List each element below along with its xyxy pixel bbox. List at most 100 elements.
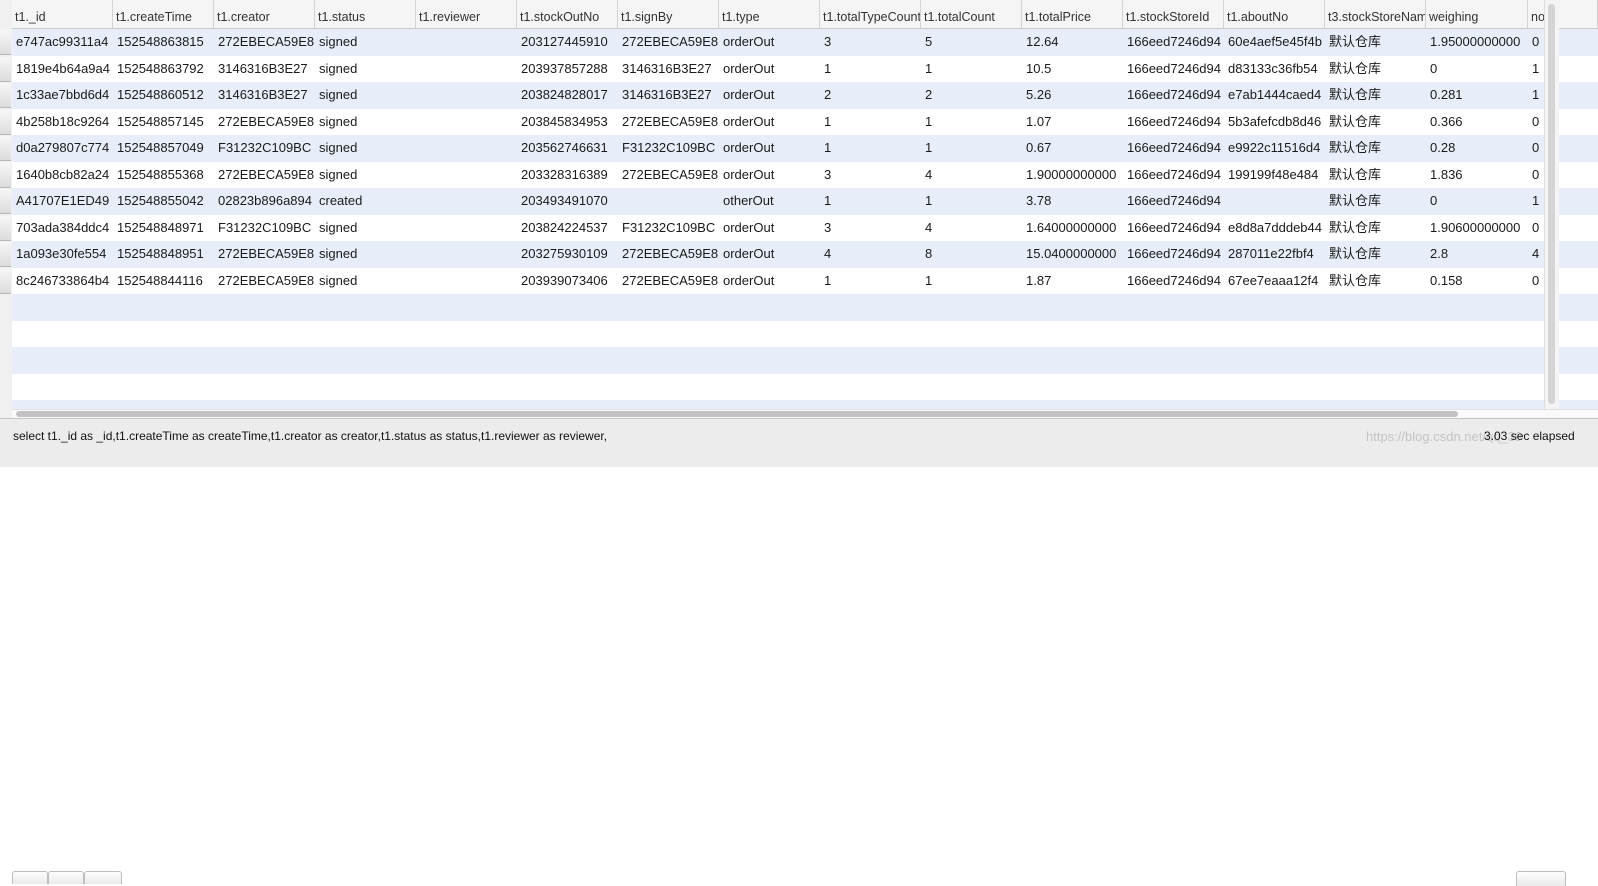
table-cell[interactable]: 10.5: [1022, 56, 1123, 83]
table-cell[interactable]: 166eed7246d94: [1123, 215, 1224, 242]
table-cell[interactable]: 5: [921, 29, 1022, 56]
table-row[interactable]: 1a093e30fe554 152548848951 272EBECA59E8 sig…: [12, 241, 1598, 268]
table-cell[interactable]: 272EBECA59E8: [618, 241, 719, 268]
table-cell[interactable]: 1: [1528, 56, 1598, 83]
table-cell[interactable]: 1.90600000000: [1426, 215, 1528, 242]
table-row[interactable]: 8c246733864b4 152548844116 272EBECA59E8 sig…: [12, 267, 1598, 295]
table-cell[interactable]: 默认仓库: [1325, 135, 1426, 162]
table-cell[interactable]: 4b258b18c9264: [12, 109, 113, 136]
table-cell[interactable]: 1: [820, 135, 921, 162]
table-row[interactable]: 1c33ae7bbd6d4 152548860512 3146316B3E27 sig…: [12, 82, 1598, 109]
table-cell[interactable]: 02823b896a894: [214, 188, 315, 215]
table-cell[interactable]: orderOut: [719, 135, 820, 162]
table-cell[interactable]: [416, 56, 517, 83]
table-cell[interactable]: F31232C109BC: [618, 215, 719, 242]
table-cell[interactable]: signed: [315, 215, 416, 242]
table-cell[interactable]: created: [315, 188, 416, 215]
table-cell[interactable]: orderOut: [719, 56, 820, 83]
table-cell[interactable]: 166eed7246d94: [1123, 135, 1224, 162]
table-cell[interactable]: 4: [820, 241, 921, 268]
table-cell[interactable]: 3146316B3E27: [214, 82, 315, 109]
column-header[interactable]: t1.status: [315, 0, 416, 28]
table-cell[interactable]: 1c33ae7bbd6d4: [12, 82, 113, 109]
table-cell[interactable]: 1819e4b64a9a4: [12, 56, 113, 83]
table-cell[interactable]: 1: [921, 56, 1022, 83]
table-cell[interactable]: 203562746631: [517, 135, 618, 162]
table-cell[interactable]: 152548863792: [113, 56, 214, 83]
table-cell[interactable]: 1: [921, 188, 1022, 215]
table-cell[interactable]: 0.158: [1426, 268, 1528, 295]
column-header[interactable]: no: [1528, 0, 1598, 28]
table-cell[interactable]: 166eed7246d94: [1123, 162, 1224, 189]
table-cell[interactable]: 703ada384ddc4: [12, 215, 113, 242]
table-cell[interactable]: 1: [820, 56, 921, 83]
table-cell[interactable]: 3.78: [1022, 188, 1123, 215]
table-cell[interactable]: d0a279807c774: [12, 135, 113, 162]
table-cell[interactable]: 272EBECA59E8: [618, 109, 719, 136]
table-cell[interactable]: 203824828017: [517, 82, 618, 109]
table-cell[interactable]: orderOut: [719, 162, 820, 189]
table-cell[interactable]: 199199f48e484: [1224, 162, 1325, 189]
table-cell[interactable]: 152548848951: [113, 241, 214, 268]
column-header[interactable]: t1.signBy: [618, 0, 719, 28]
table-cell[interactable]: 1: [1528, 188, 1598, 215]
table-cell[interactable]: 默认仓库: [1325, 82, 1426, 109]
horizontal-scrollbar[interactable]: [12, 409, 1598, 418]
table-cell[interactable]: 0.67: [1022, 135, 1123, 162]
table-cell[interactable]: 166eed7246d94: [1123, 241, 1224, 268]
row-handle[interactable]: [0, 189, 11, 214]
table-cell[interactable]: 1.07: [1022, 109, 1123, 136]
table-cell[interactable]: 8c246733864b4: [12, 268, 113, 295]
table-cell[interactable]: F31232C109BC: [214, 135, 315, 162]
table-cell[interactable]: otherOut: [719, 188, 820, 215]
table-cell[interactable]: e8d8a7dddeb44: [1224, 215, 1325, 242]
table-cell[interactable]: 203939073406: [517, 268, 618, 295]
table-cell[interactable]: 1.64000000000: [1022, 215, 1123, 242]
row-handle[interactable]: [0, 215, 11, 241]
column-header[interactable]: weighing: [1426, 0, 1528, 28]
table-cell[interactable]: 203275930109: [517, 241, 618, 268]
table-cell[interactable]: 166eed7246d94: [1123, 82, 1224, 109]
row-handle[interactable]: [0, 136, 11, 161]
table-cell[interactable]: e7ab1444caed4: [1224, 82, 1325, 109]
table-cell[interactable]: 152548860512: [113, 82, 214, 109]
table-cell[interactable]: [416, 241, 517, 268]
table-row[interactable]: A41707E1ED49 152548855042 02823b896a894 cre…: [12, 188, 1598, 215]
table-cell[interactable]: [416, 188, 517, 215]
column-header[interactable]: t1.type: [719, 0, 820, 28]
table-cell[interactable]: 0: [1528, 29, 1598, 56]
table-cell[interactable]: 0: [1528, 162, 1598, 189]
table-cell[interactable]: 3: [820, 215, 921, 242]
bottom-button-1[interactable]: [12, 871, 48, 884]
table-cell[interactable]: 默认仓库: [1325, 162, 1426, 189]
table-cell[interactable]: 1: [1528, 82, 1598, 109]
table-row[interactable]: d0a279807c774 152548857049 F31232C109BC sig…: [12, 135, 1598, 162]
table-cell[interactable]: 152548855042: [113, 188, 214, 215]
table-cell[interactable]: orderOut: [719, 82, 820, 109]
table-cell[interactable]: 默认仓库: [1325, 188, 1426, 215]
table-cell[interactable]: 0: [1528, 135, 1598, 162]
column-header[interactable]: t1.createTime: [113, 0, 214, 28]
vertical-scrollbar-thumb[interactable]: [1548, 4, 1555, 404]
table-cell[interactable]: 203127445910: [517, 29, 618, 56]
table-cell[interactable]: signed: [315, 135, 416, 162]
table-cell[interactable]: 272EBECA59E8: [618, 162, 719, 189]
table-cell[interactable]: 272EBECA59E8: [214, 268, 315, 295]
table-cell[interactable]: 272EBECA59E8: [618, 268, 719, 295]
table-cell[interactable]: signed: [315, 109, 416, 136]
table-cell[interactable]: 默认仓库: [1325, 241, 1426, 268]
table-cell[interactable]: 0: [1528, 268, 1598, 295]
table-cell[interactable]: signed: [315, 29, 416, 56]
table-cell[interactable]: [416, 82, 517, 109]
table-cell[interactable]: signed: [315, 162, 416, 189]
table-cell[interactable]: 1: [820, 109, 921, 136]
table-row[interactable]: 703ada384ddc4 152548848971 F31232C109BC sig…: [12, 214, 1598, 242]
table-cell[interactable]: signed: [315, 56, 416, 83]
table-cell[interactable]: 166eed7246d94: [1123, 188, 1224, 215]
table-cell[interactable]: [416, 109, 517, 136]
table-cell[interactable]: 1640b8cb82a24: [12, 162, 113, 189]
table-cell[interactable]: orderOut: [719, 241, 820, 268]
table-cell[interactable]: 152548855368: [113, 162, 214, 189]
horizontal-scrollbar-thumb[interactable]: [16, 411, 1458, 417]
table-cell[interactable]: 默认仓库: [1325, 29, 1426, 56]
